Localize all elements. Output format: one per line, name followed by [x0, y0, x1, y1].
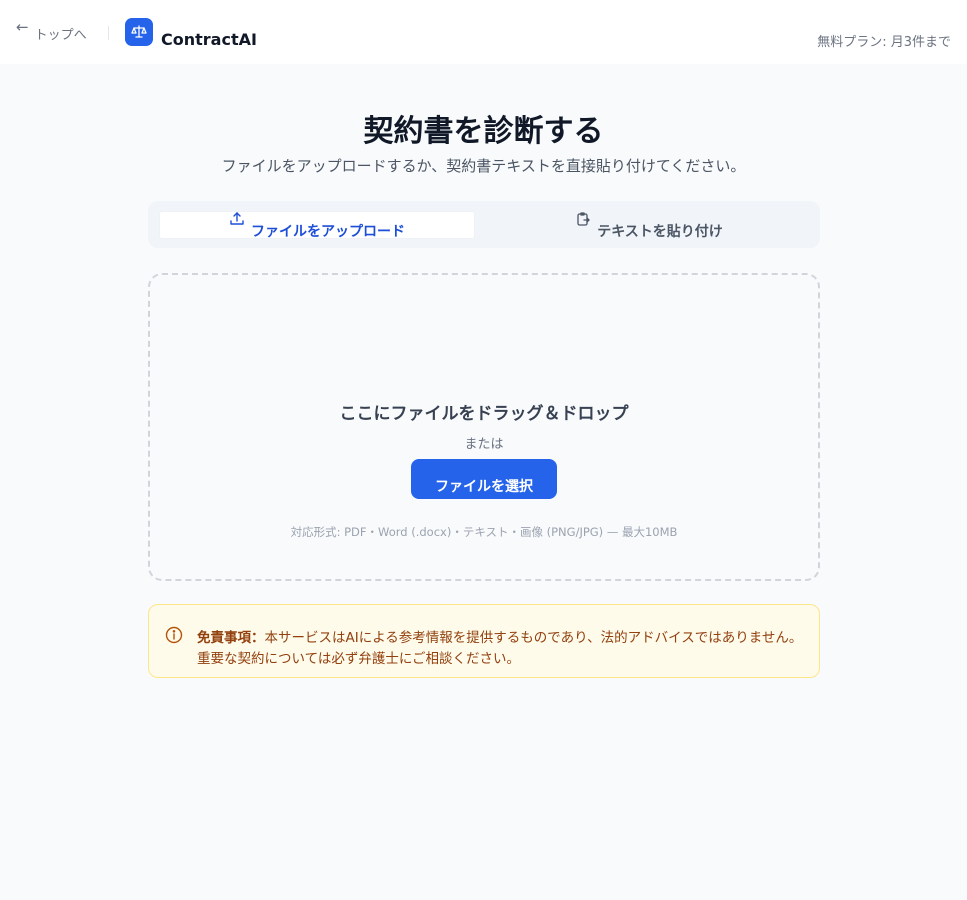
page-subtitle: ファイルをアップロードするか、契約書テキストを直接貼り付けてください。 — [221, 157, 746, 175]
tab-paste-text[interactable]: テキストを貼り付け — [484, 201, 814, 248]
tab-upload-label: ファイルをアップロード — [251, 224, 405, 240]
disclaimer-notice: 免責事項：本サービスはAIによる参考情報を提供するものであり、法的アドバイスでは… — [148, 604, 820, 678]
supported-formats: 対応形式: PDF・Word (.docx)・テキスト・画像 (PNG/JPG)… — [290, 525, 678, 539]
arrow-left-icon: ← — [16, 18, 29, 36]
upload-icon — [229, 211, 245, 231]
input-mode-tabs: ファイルをアップロード テキストを貼り付け — [148, 201, 820, 248]
info-icon — [165, 626, 183, 648]
dropzone-or-text: または — [464, 437, 504, 452]
top-bar: ← トップへ ContractAI 無料プラン: 月3件まで — [0, 0, 967, 64]
plan-badge: 無料プラン: 月3件まで — [817, 35, 951, 50]
disclaimer-text: 免責事項：本サービスはAIによる参考情報を提供するものであり、法的アドバイスでは… — [197, 628, 807, 670]
back-to-top-link[interactable]: ← トップへ — [16, 20, 87, 44]
header-divider — [108, 26, 109, 40]
scale-logo-icon — [125, 18, 153, 46]
page-title: 契約書を診断する — [363, 114, 604, 149]
disclaimer-body: 本サービスはAIによる参考情報を提供するものであり、法的アドバイスではありません… — [197, 630, 803, 667]
select-file-button[interactable]: ファイルを選択 — [411, 459, 557, 499]
tab-paste-label: テキストを貼り付け — [597, 224, 723, 240]
dropzone-title: ここにファイルをドラッグ＆ドロップ — [339, 404, 629, 424]
disclaimer-label: 免責事項： — [197, 630, 265, 646]
brand-name: ContractAI — [161, 30, 257, 49]
clipboard-icon — [575, 211, 591, 231]
file-dropzone[interactable]: ここにファイルをドラッグ＆ドロップ または ファイルを選択 対応形式: PDF・… — [148, 273, 820, 581]
back-link-label: トップへ — [34, 28, 87, 43]
tab-upload-file[interactable]: ファイルをアップロード — [160, 201, 474, 248]
